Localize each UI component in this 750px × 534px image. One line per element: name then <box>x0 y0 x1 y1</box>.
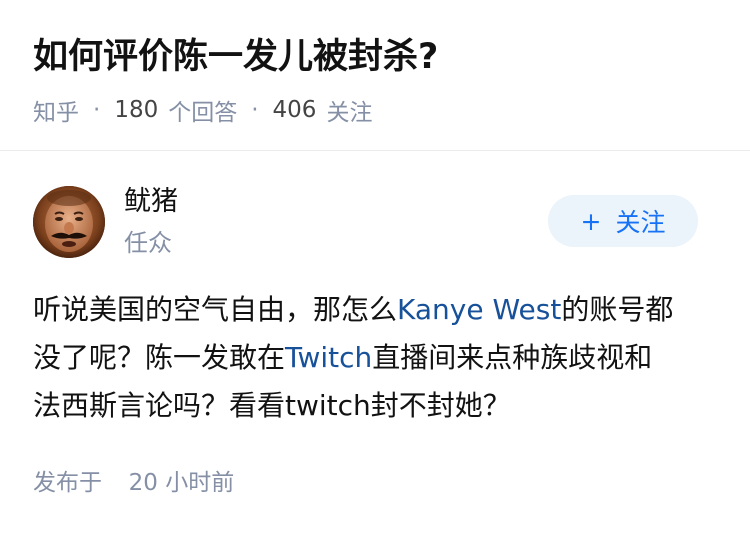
publish-label: 发布于 <box>33 470 102 496</box>
content-line: 听说美国的空气自由，那怎么Kanye West的账号都 <box>33 286 713 334</box>
avatar-face-icon <box>33 186 105 258</box>
question-title[interactable]: 如何评价陈一发儿被封杀? <box>33 34 723 80</box>
content-text: 听说美国的空气自由，那怎么 <box>33 293 398 326</box>
content-text: 没了呢？陈一发敢在 <box>33 341 286 374</box>
follow-button-label: 关注 <box>615 208 666 237</box>
meta-separator: · <box>93 97 101 123</box>
avatar[interactable] <box>33 186 105 258</box>
follow-button[interactable]: + 关注 <box>548 195 698 247</box>
content-text: 直播间来点种族歧视和 <box>372 341 653 374</box>
source-label[interactable]: 知乎 <box>33 93 79 127</box>
author-name[interactable]: 鱿猪 <box>124 184 178 220</box>
answer-count: 180 <box>114 97 159 123</box>
follower-count-label: 关注 <box>326 100 373 126</box>
kanye-west-link[interactable]: Kanye West <box>397 293 561 326</box>
section-divider <box>0 150 750 151</box>
content-line: 法西斯言论吗？看看twitch封不封她？ <box>33 382 713 430</box>
publish-time: 发布于 20 小时前 <box>33 466 234 500</box>
content-text: 法西斯言论吗？看看twitch封不封她？ <box>33 389 511 422</box>
content-line: 没了呢？陈一发敢在Twitch直播间来点种族歧视和 <box>33 334 713 382</box>
meta-separator: · <box>251 97 259 123</box>
twitch-link[interactable]: Twitch <box>285 341 372 374</box>
answer-card: 如何评价陈一发儿被封杀? 知乎 · 180 个回答 · 406 关注 鱿猪 任众… <box>0 0 750 534</box>
follower-count: 406 <box>272 97 317 123</box>
question-meta: 知乎 · 180 个回答 · 406 关注 <box>33 94 372 126</box>
answer-content: 听说美国的空气自由，那怎么Kanye West的账号都 没了呢？陈一发敢在Twi… <box>33 286 713 430</box>
answer-count-label: 个回答 <box>168 100 238 126</box>
plus-icon: + <box>580 206 602 236</box>
author-headline: 任众 <box>124 229 172 257</box>
publish-time-value: 20 小时前 <box>128 470 235 496</box>
content-text: 的账号都 <box>561 293 674 326</box>
